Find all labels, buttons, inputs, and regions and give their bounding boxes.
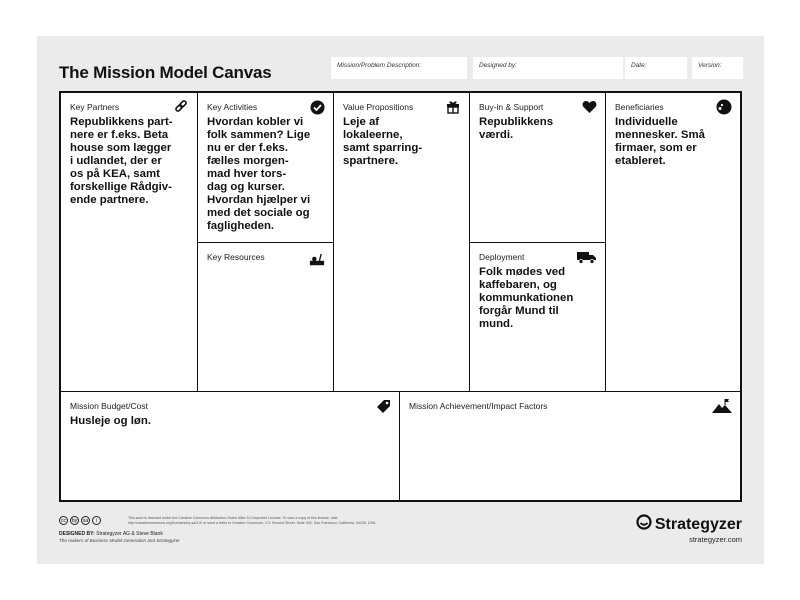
value-propositions-block[interactable]: Value Propositions Leje af lokaleerne, s… [334,93,470,392]
version-field[interactable]: Version: [692,57,743,79]
creative-commons-icons: cc by sa i [59,516,101,525]
deployment-block[interactable]: Deployment Folk mødes ved kaffebaren, og… [470,243,606,392]
info-icon: i [92,516,101,525]
cc-icon: cc [59,516,68,525]
budget-label: Mission Budget/Cost [70,401,148,411]
mission-description-field[interactable]: Mission/Problem Description: [331,57,467,79]
sa-icon: sa [81,516,90,525]
key-resources-block[interactable]: Key Resources [198,243,334,392]
beneficiaries-block[interactable]: Beneficiaries Individuelle mennesker. Sm… [606,93,740,392]
makers-tagline: The makers of Business Model Generation … [59,538,180,543]
buyin-support-label: Buy-in & Support [479,102,544,112]
designed-by-label: DESIGNED BY: [59,531,95,537]
key-partners-text: Republikkens part- nere er f.eks. Beta h… [70,116,173,206]
strategyzer-url[interactable]: strategyzer.com [689,535,742,544]
budget-text: Husleje og løn. [70,415,152,427]
value-propositions-label: Value Propositions [343,102,414,112]
beneficiaries-label: Beneficiaries [615,102,664,112]
designed-by-credit: DESIGNED BY: Strategyzer AG & Steve Blan… [59,531,163,537]
strategyzer-logo-text: Strategyzer [654,515,742,533]
page-title: The Mission Model Canvas [59,63,272,82]
by-icon: by [70,516,79,525]
mission-model-canvas: Key Partners Republikkens part- nere er … [59,91,742,502]
value-propositions-text: Leje af lokaleerne, samt sparring- spart… [343,116,423,167]
checkmark-icon [309,99,325,115]
beneficiaries-text: Individuelle mennesker. Små firmaer, som… [615,116,705,167]
buyin-support-block[interactable]: Buy-in & Support Republikkens værdi. [470,93,606,243]
gift-icon [445,99,461,115]
license-text: This work is licensed under the Creative… [128,516,377,525]
date-field[interactable]: Date: [625,57,687,79]
designed-by-field[interactable]: Designed by: [473,57,623,79]
mountain-flag-icon [712,398,732,414]
key-activities-label: Key Activities [207,102,258,112]
resources-icon [309,251,325,267]
budget-block[interactable]: Mission Budget/Cost Husleje og løn. [61,392,400,500]
strategyzer-logo-icon [636,514,652,535]
key-partners-block[interactable]: Key Partners Republikkens part- nere er … [61,93,198,392]
key-partners-label: Key Partners [70,102,120,112]
achievement-block[interactable]: Mission Achievement/Impact Factors [400,392,740,500]
designed-by-names: Strategyzer AG & Steve Blank [96,531,163,537]
deployment-label: Deployment [479,252,525,262]
heart-icon [581,99,597,115]
deployment-text: Folk mødes ved kaffebaren, og kommunkati… [479,266,574,330]
link-icon [173,99,189,115]
key-activities-block[interactable]: Key Activities Hvordan kobler vi folk sa… [198,93,334,243]
key-activities-text: Hvordan kobler vi folk sammen? Lige nu e… [207,116,311,232]
tag-icon [375,398,391,414]
achievement-label: Mission Achievement/Impact Factors [409,401,548,411]
key-resources-label: Key Resources [207,252,265,262]
face-icon [716,99,732,115]
truck-icon [577,249,597,265]
strategyzer-logo[interactable]: Strategyzer [636,514,742,535]
buyin-support-text: Republikkens værdi. [479,116,554,141]
